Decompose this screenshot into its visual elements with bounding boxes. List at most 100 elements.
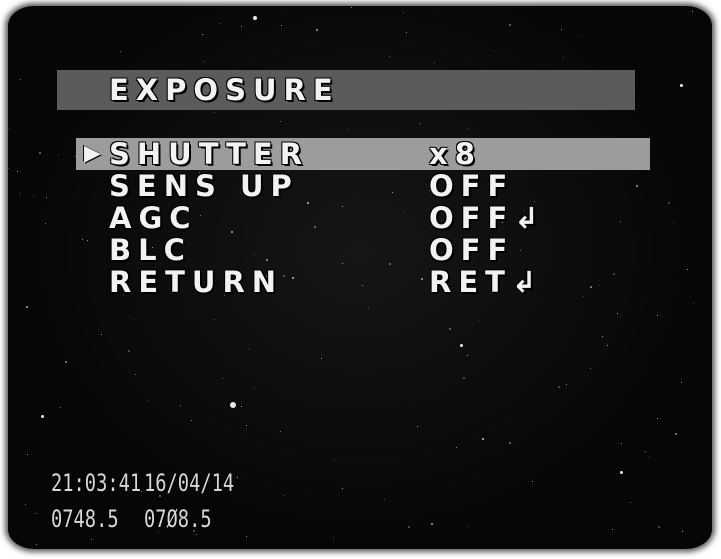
overlay-readout-a: 0748.5 bbox=[51, 505, 119, 533]
star bbox=[636, 185, 638, 187]
menu-item-shutter-label[interactable]: SHUTTER bbox=[109, 138, 309, 170]
star bbox=[406, 32, 407, 33]
star bbox=[223, 378, 224, 379]
star bbox=[9, 129, 10, 130]
star bbox=[558, 386, 560, 388]
star bbox=[280, 431, 281, 432]
menu-item-sens-up-label[interactable]: SENS UP bbox=[109, 170, 299, 202]
star bbox=[389, 263, 391, 265]
menu-item-sens-up-value[interactable]: OFF bbox=[429, 170, 514, 202]
star bbox=[403, 12, 404, 13]
star bbox=[342, 488, 343, 489]
star bbox=[617, 313, 618, 314]
star bbox=[362, 285, 363, 286]
star bbox=[509, 442, 511, 444]
star bbox=[101, 334, 102, 335]
menu-item-blc-value[interactable]: OFF bbox=[429, 234, 514, 266]
star bbox=[248, 349, 249, 350]
menu-title: EXPOSURE bbox=[109, 73, 340, 107]
star bbox=[645, 451, 646, 452]
menu-item-shutter-value[interactable]: x8 bbox=[429, 138, 482, 170]
star bbox=[39, 152, 41, 154]
star bbox=[17, 171, 18, 172]
star bbox=[431, 523, 433, 525]
star bbox=[421, 278, 423, 280]
star bbox=[620, 471, 623, 474]
star bbox=[200, 215, 201, 216]
star bbox=[254, 388, 255, 389]
star bbox=[408, 526, 410, 528]
star bbox=[392, 192, 393, 193]
menu-item-return-label[interactable]: RETURN bbox=[109, 266, 283, 298]
star bbox=[196, 534, 197, 535]
star bbox=[468, 526, 469, 527]
star bbox=[27, 454, 28, 455]
menu-item-return-value[interactable]: RET↲ bbox=[429, 266, 543, 298]
star bbox=[493, 50, 494, 51]
star bbox=[342, 206, 343, 207]
star bbox=[467, 355, 468, 356]
cursor-arrow-icon: ▶ bbox=[84, 141, 101, 166]
star bbox=[682, 531, 683, 532]
star bbox=[20, 79, 21, 80]
star bbox=[434, 62, 435, 63]
star bbox=[598, 285, 599, 286]
star bbox=[658, 526, 660, 528]
star bbox=[368, 308, 369, 309]
star bbox=[613, 273, 615, 275]
star bbox=[668, 202, 670, 204]
star bbox=[681, 382, 682, 383]
star bbox=[532, 481, 533, 482]
star bbox=[333, 537, 334, 538]
star bbox=[246, 425, 247, 426]
star bbox=[449, 328, 451, 330]
star bbox=[389, 56, 390, 57]
menu-item-agc-value[interactable]: OFF↲ bbox=[429, 202, 546, 234]
star bbox=[456, 447, 457, 448]
star bbox=[33, 196, 34, 197]
star bbox=[321, 358, 322, 359]
star bbox=[237, 477, 238, 478]
star bbox=[649, 457, 650, 458]
star bbox=[384, 499, 385, 500]
star bbox=[673, 222, 674, 223]
star bbox=[8, 168, 9, 169]
star bbox=[292, 277, 294, 279]
star bbox=[692, 11, 693, 12]
menu-item-agc-label[interactable]: AGC bbox=[109, 202, 198, 234]
star bbox=[583, 296, 584, 297]
star bbox=[241, 406, 242, 407]
star bbox=[417, 426, 418, 427]
star bbox=[19, 193, 20, 194]
star bbox=[82, 239, 83, 240]
timestamp-time: 21:03:41 bbox=[51, 469, 142, 497]
star bbox=[231, 231, 233, 233]
star bbox=[621, 443, 622, 444]
star bbox=[280, 121, 281, 122]
star bbox=[351, 7, 352, 8]
timestamp-date: 16/04/14 bbox=[144, 469, 235, 497]
star bbox=[60, 407, 61, 408]
star bbox=[283, 275, 285, 277]
star bbox=[509, 24, 511, 26]
menu-item-blc-label[interactable]: BLC bbox=[109, 234, 192, 266]
star bbox=[180, 405, 181, 406]
star bbox=[266, 259, 268, 261]
star bbox=[25, 504, 26, 505]
star bbox=[316, 29, 318, 31]
star bbox=[561, 29, 562, 30]
star bbox=[45, 223, 46, 224]
star bbox=[219, 23, 220, 24]
star bbox=[463, 377, 465, 379]
star bbox=[342, 263, 343, 264]
star bbox=[41, 415, 44, 418]
star bbox=[133, 318, 134, 319]
star bbox=[612, 529, 613, 530]
star bbox=[607, 345, 608, 346]
star bbox=[520, 250, 521, 251]
star bbox=[590, 286, 592, 288]
star bbox=[482, 438, 484, 440]
star bbox=[687, 269, 688, 270]
star bbox=[578, 36, 579, 37]
star bbox=[283, 495, 284, 496]
